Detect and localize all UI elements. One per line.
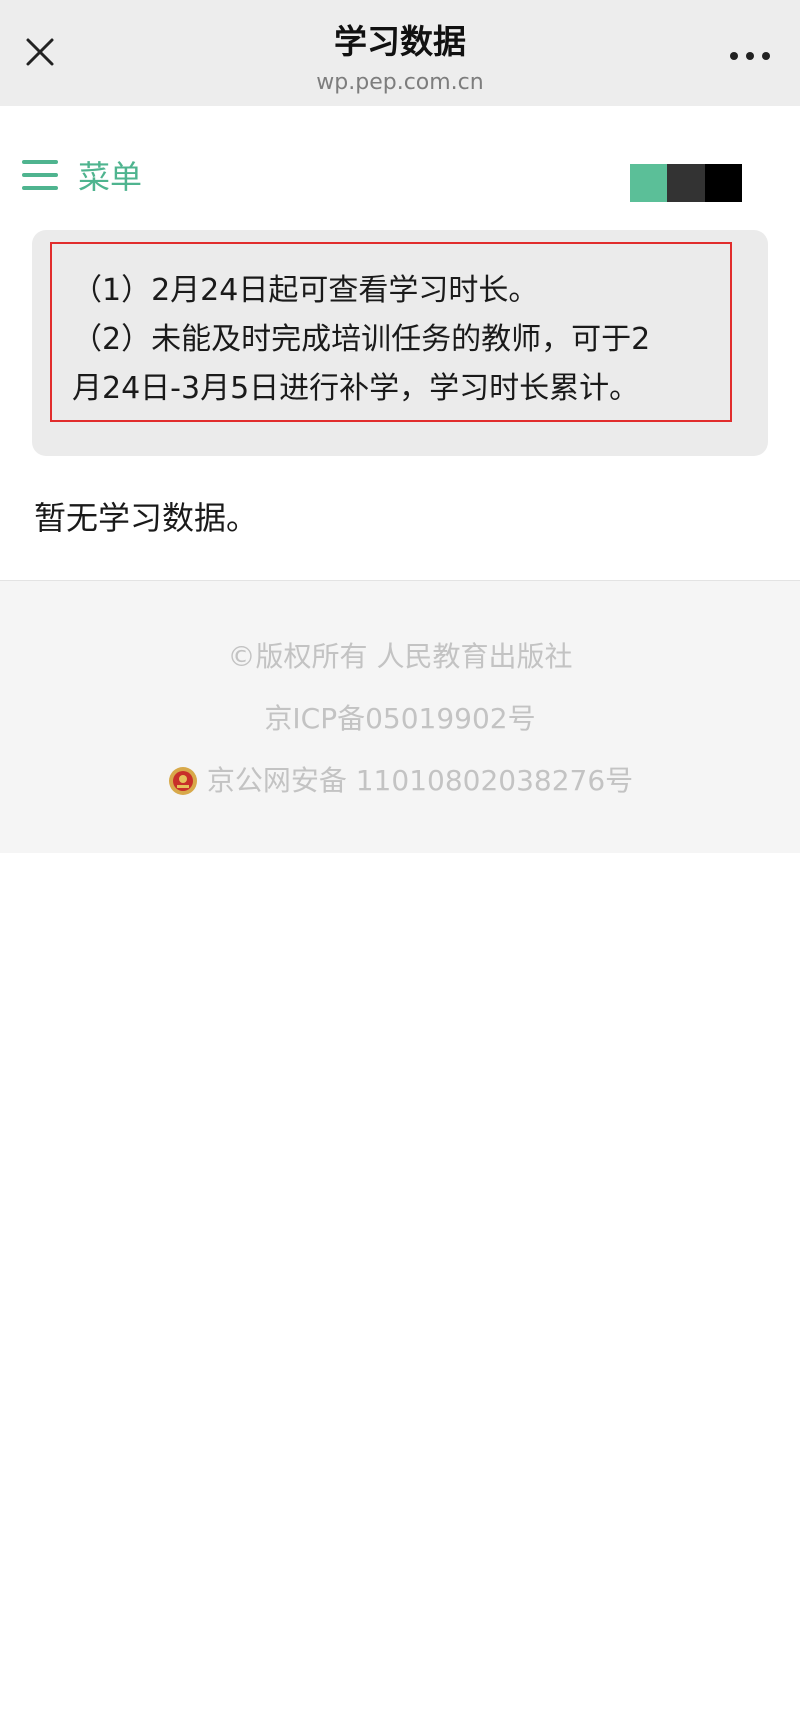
notice-line-2: （2）未能及时完成培训任务的教师，可于2 — [72, 322, 651, 357]
page-url: wp.pep.com.cn — [316, 70, 484, 95]
color-strip — [630, 164, 742, 202]
hamburger-icon — [22, 157, 58, 193]
more-button[interactable] — [722, 36, 778, 76]
title-block: 学习数据 wp.pep.com.cn — [150, 20, 650, 98]
notice-highlight-box: （1）2月24日起可查看学习时长。 （2）未能及时完成培训任务的教师，可于2 月… — [50, 242, 732, 422]
close-icon — [26, 38, 54, 66]
empty-data-message: 暂无学习数据。 — [34, 499, 259, 537]
notice-line-3: 月24日-3月5日进行补学，学习时长累计。 — [72, 371, 640, 406]
page-title: 学习数据 — [334, 22, 466, 61]
footer-icp-link[interactable]: 京ICP备05019902号 — [0, 699, 800, 739]
close-button[interactable] — [18, 30, 62, 74]
footer-copyright: ©版权所有 人民教育出版社 — [227, 640, 573, 673]
menu-button[interactable]: 菜单 — [22, 150, 142, 200]
color-block-green — [630, 164, 668, 202]
footer: ©版权所有 人民教育出版社 京ICP备05019902号 京公网安备 11010… — [0, 581, 800, 853]
police-emblem-icon — [168, 767, 197, 795]
color-block-dark — [667, 164, 705, 202]
title-bar: 学习数据 wp.pep.com.cn — [0, 0, 800, 106]
footer-police-text: 京公网安备 11010802038276号 — [206, 764, 634, 797]
notice-panel: （1）2月24日起可查看学习时长。 （2）未能及时完成培训任务的教师，可于2 月… — [32, 230, 768, 456]
more-icon — [726, 52, 774, 60]
notice-line-1: （1）2月24日起可查看学习时长。 — [72, 273, 539, 308]
color-block-black — [704, 164, 742, 202]
footer-police-link[interactable]: 京公网安备 11010802038276号 — [0, 761, 800, 801]
menu-label: 菜单 — [78, 158, 143, 196]
